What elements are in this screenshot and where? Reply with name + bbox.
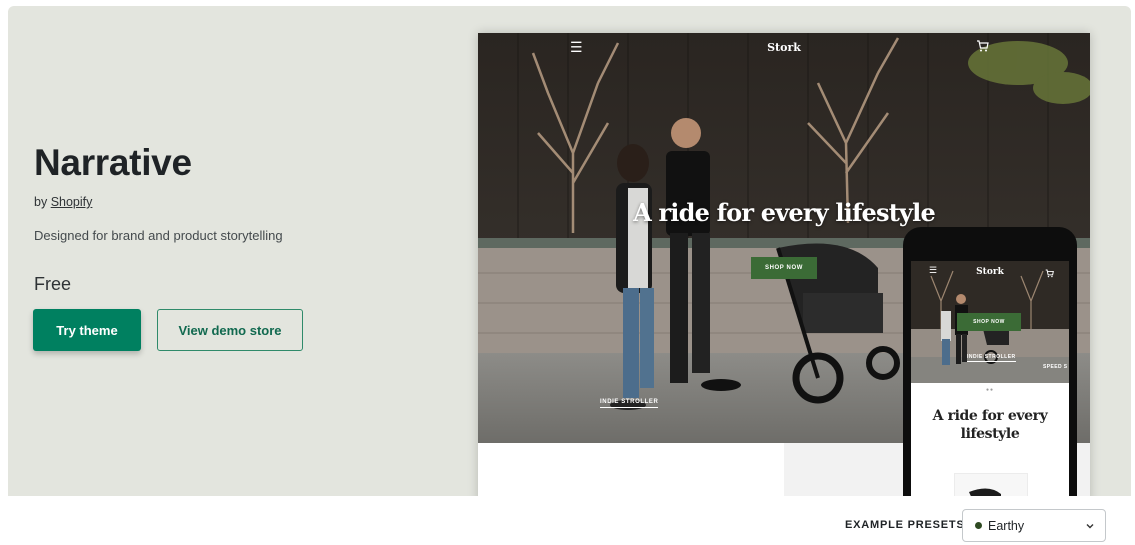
mobile-screen: ☰ Stork SHOP NOW INDIE STROLLER SPEED S … [911,261,1069,496]
mobile-collection-link[interactable]: INDIE STROLLER [967,354,1016,362]
mobile-cart-icon[interactable] [1045,265,1054,283]
preset-select[interactable]: Earthy [962,509,1106,542]
preview-headline: A ride for every lifestyle [633,198,936,227]
shop-now-button[interactable]: SHOP NOW [751,257,817,279]
theme-hero: Narrative by Shopify Designed for brand … [8,6,1131,496]
mobile-headline: A ride for every lifestyle [911,407,1069,443]
store-name: Stork [767,41,801,54]
mobile-shop-now-button[interactable]: SHOP NOW [957,313,1021,331]
preset-color-dot [975,522,982,529]
mobile-second-collection[interactable]: SPEED S [1043,364,1067,370]
mobile-preview: ☰ Stork SHOP NOW INDIE STROLLER SPEED S … [903,227,1077,496]
author-link[interactable]: Shopify [51,195,93,209]
mobile-headline-line1: A ride for every [932,408,1048,424]
byline-prefix: by [34,195,48,209]
slide-dots[interactable]: ●● [986,387,994,393]
theme-title: Narrative [34,142,192,183]
collection-link[interactable]: INDIE STROLLER [600,399,659,408]
view-demo-store-button[interactable]: View demo store [157,309,303,351]
product-thumbnail[interactable] [954,473,1028,496]
preset-value: Earthy [988,518,1025,533]
example-presets-label: EXAMPLE PRESETS [845,519,965,531]
theme-byline: by Shopify [34,195,92,209]
mobile-headline-line2: lifestyle [960,426,1020,442]
try-theme-button[interactable]: Try theme [33,309,141,351]
shopping-cart-icon[interactable] [976,39,989,57]
theme-description: Designed for brand and product storytell… [34,228,283,243]
chevron-down-icon [1086,523,1094,528]
theme-price: Free [34,274,72,294]
